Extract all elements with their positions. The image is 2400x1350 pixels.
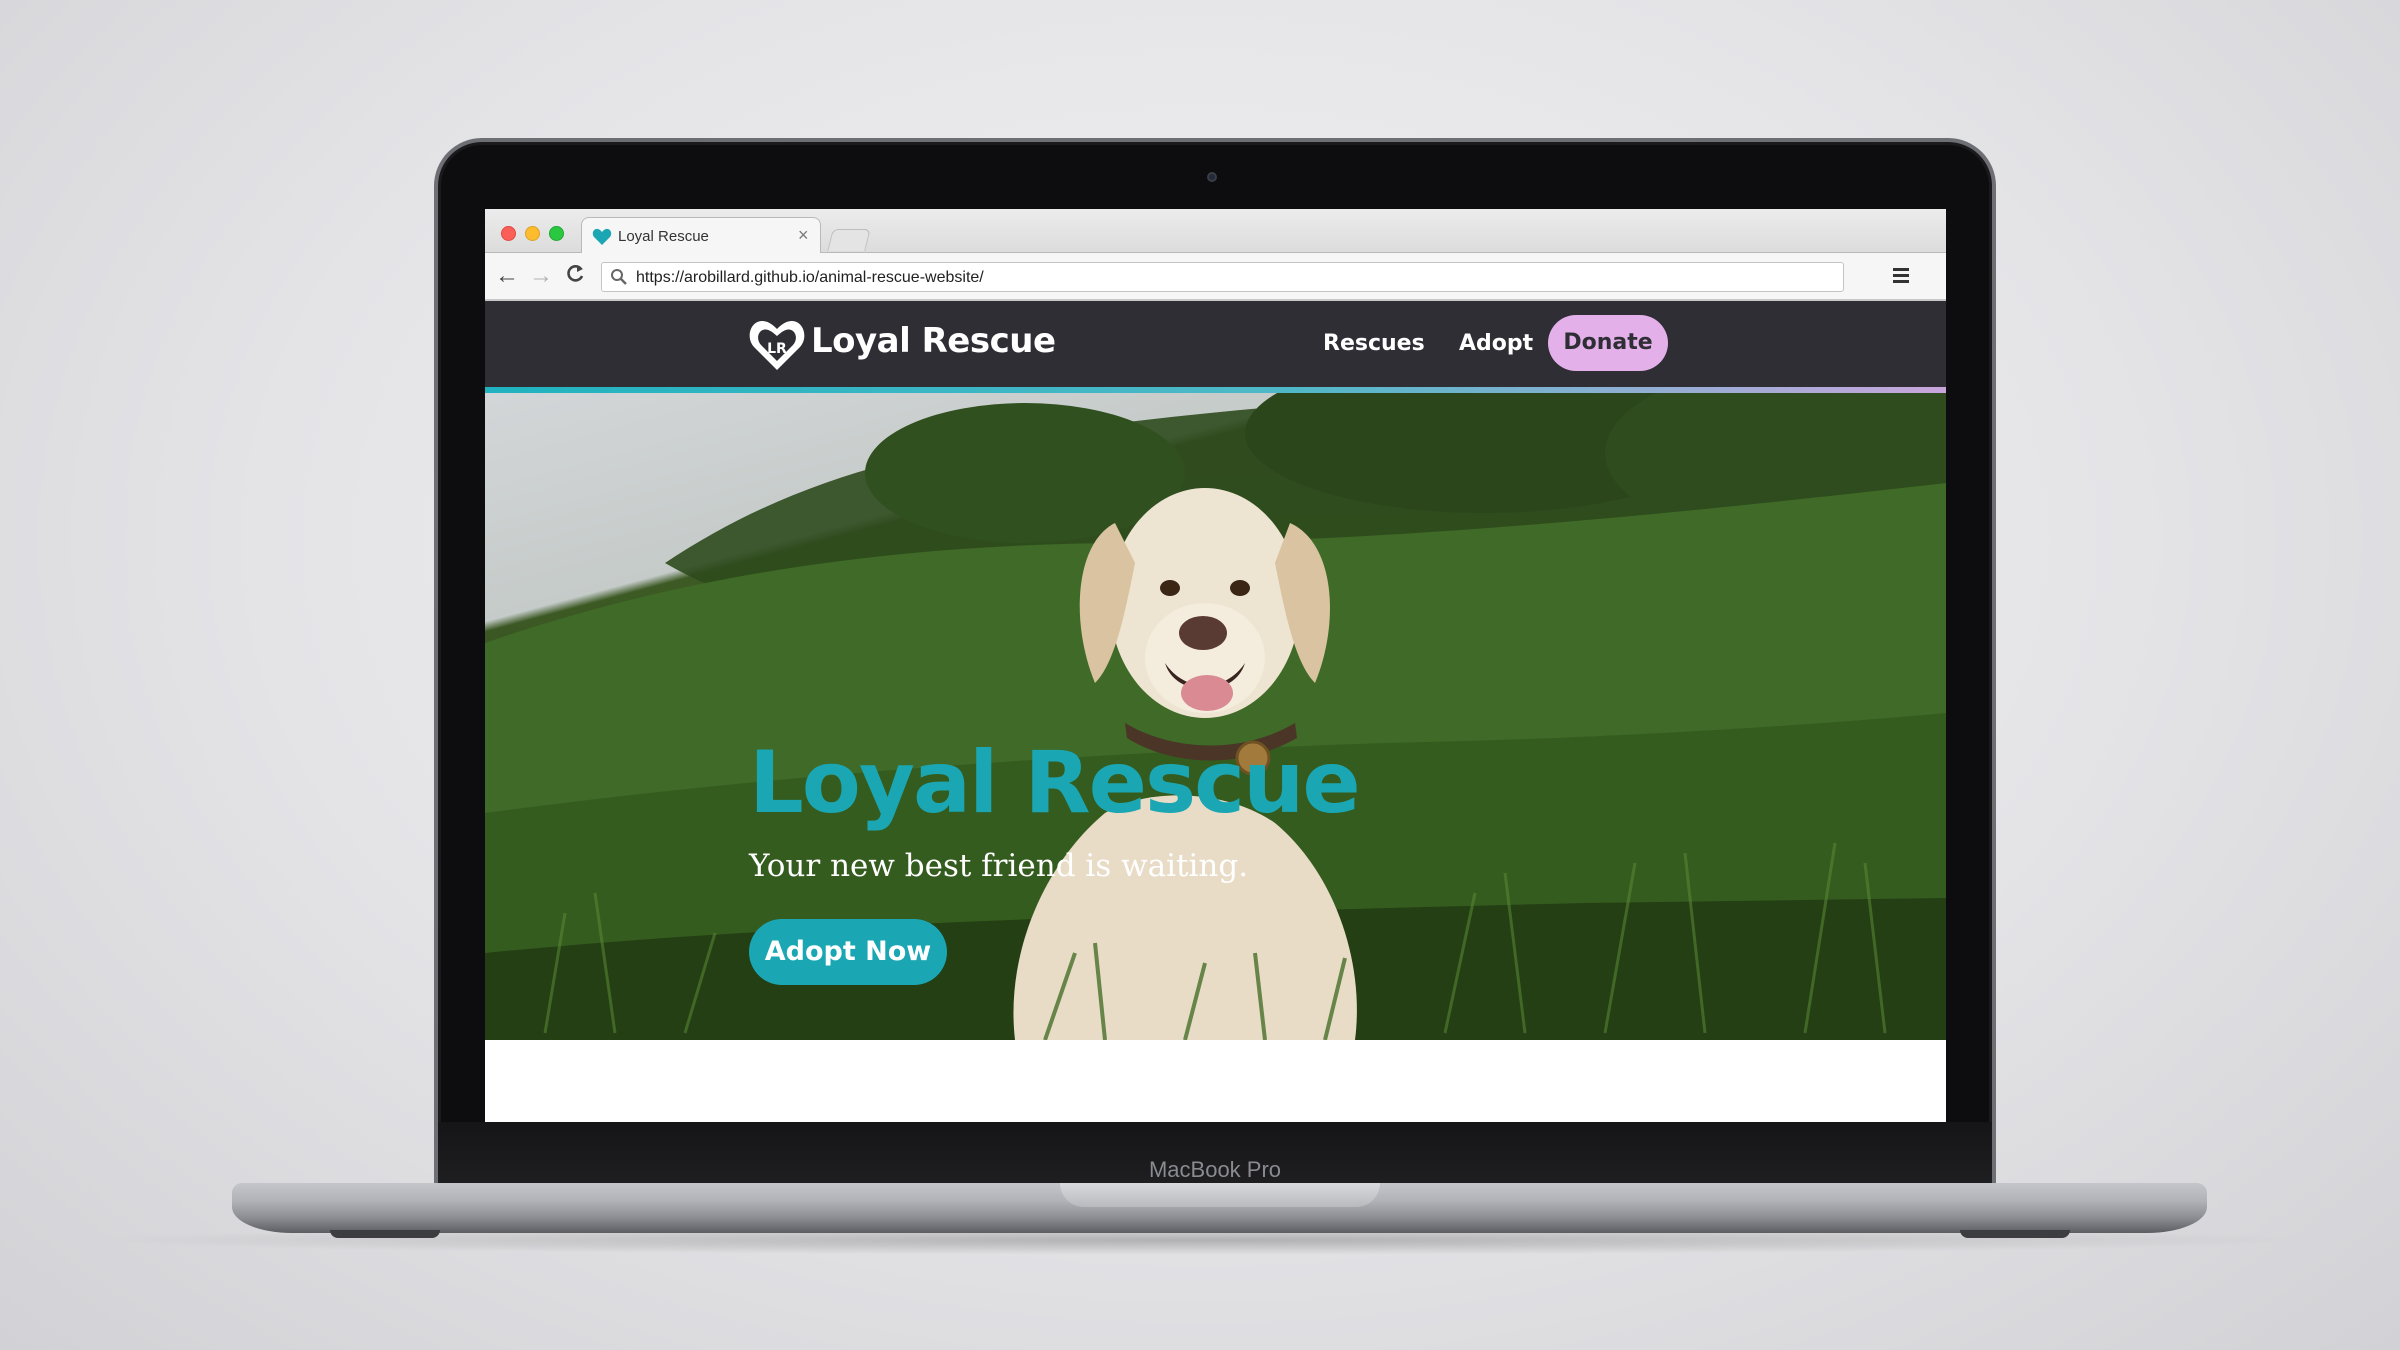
address-url: https://arobillard.github.io/animal-resc… xyxy=(636,269,984,286)
back-arrow-icon[interactable]: ← xyxy=(495,262,519,290)
laptop-foot xyxy=(1960,1230,2070,1238)
window-minimize-button[interactable] xyxy=(525,226,540,241)
hero-photo-dog-in-grass xyxy=(485,393,1946,1040)
webcam xyxy=(1207,172,1217,182)
laptop-foot xyxy=(330,1230,440,1238)
heart-logo-icon[interactable]: LR xyxy=(747,317,807,373)
forward-arrow-icon[interactable]: → xyxy=(529,262,553,290)
window-zoom-button[interactable] xyxy=(549,226,564,241)
hero-title: Loyal Rescue xyxy=(749,733,1361,833)
page-content-area xyxy=(485,1040,1946,1122)
search-icon xyxy=(611,269,627,285)
browser-tab[interactable]: Loyal Rescue × xyxy=(581,217,821,254)
browser-tab-bar: Loyal Rescue × xyxy=(485,209,1946,254)
nav-link-adopt[interactable]: Adopt xyxy=(1459,331,1533,356)
logo-initials: LR xyxy=(767,341,787,357)
nav-link-rescues[interactable]: Rescues xyxy=(1323,331,1425,356)
donate-button[interactable]: Donate xyxy=(1548,315,1668,371)
tab-title: Loyal Rescue xyxy=(618,228,709,245)
hero-section: Loyal Rescue Your new best friend is wai… xyxy=(485,393,1946,1040)
heart-favicon-icon xyxy=(592,228,612,245)
browser-toolbar: ← → https://arobillard.github.io/animal-… xyxy=(485,253,1946,301)
laptop-opening-notch xyxy=(1060,1183,1380,1207)
browser-menu-icon[interactable] xyxy=(1893,268,1909,284)
site-header: LR Loyal Rescue Rescues Adopt Donate xyxy=(485,301,1946,387)
address-bar-input[interactable]: https://arobillard.github.io/animal-resc… xyxy=(601,262,1844,292)
tab-close-icon[interactable]: × xyxy=(798,225,809,246)
window-close-button[interactable] xyxy=(501,226,516,241)
reload-icon[interactable] xyxy=(565,263,585,292)
site-brand-name[interactable]: Loyal Rescue xyxy=(811,321,1056,361)
new-tab-button[interactable] xyxy=(827,229,871,251)
adopt-now-button[interactable]: Adopt Now xyxy=(749,919,947,985)
hero-subtitle: Your new best friend is waiting. xyxy=(749,848,1249,884)
laptop-screen: Loyal Rescue × ← → https://arobillard.gi… xyxy=(485,209,1946,1122)
